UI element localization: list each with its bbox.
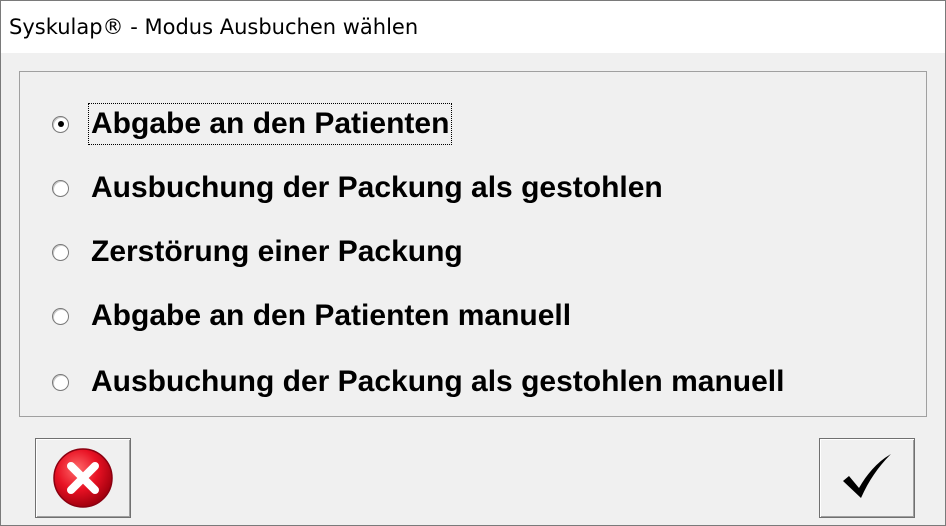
radio-button[interactable]: [52, 179, 69, 197]
radio-label: Abgabe an den Patienten manuell: [91, 299, 572, 332]
cancel-x-icon: [53, 448, 113, 508]
radio-label: Ausbuchung der Packung als gestohlen: [91, 171, 663, 204]
radio-option-gestohlen-manuell[interactable]: Ausbuchung der Packung als gestohlen man…: [52, 362, 912, 402]
radio-option-abgabe-manuell[interactable]: Abgabe an den Patienten manuell: [52, 296, 912, 336]
radio-button[interactable]: [52, 307, 69, 325]
radio-label: Abgabe an den Patienten: [87, 103, 453, 145]
radio-option-ausbuchung-gestohlen[interactable]: Ausbuchung der Packung als gestohlen: [52, 168, 912, 208]
radio-option-zerstoerung[interactable]: Zerstörung einer Packung: [52, 232, 912, 272]
radio-label: Ausbuchung der Packung als gestohlen man…: [91, 365, 785, 398]
checkmark-icon: [843, 454, 891, 498]
radio-button[interactable]: [52, 373, 69, 391]
window-title: Syskulap® - Modus Ausbuchen wählen: [9, 15, 419, 39]
radio-option-abgabe-patienten[interactable]: Abgabe an den Patienten: [52, 103, 912, 145]
cancel-button[interactable]: [35, 438, 131, 518]
radio-button[interactable]: [52, 243, 69, 261]
mode-options-group: Abgabe an den Patienten Ausbuchung der P…: [19, 71, 927, 417]
ok-button[interactable]: [819, 438, 915, 518]
radio-label: Zerstörung einer Packung: [91, 235, 463, 268]
radio-button[interactable]: [52, 115, 69, 133]
dialog-window: Syskulap® - Modus Ausbuchen wählen Abgab…: [0, 0, 946, 526]
title-bar: Syskulap® - Modus Ausbuchen wählen: [1, 1, 945, 53]
